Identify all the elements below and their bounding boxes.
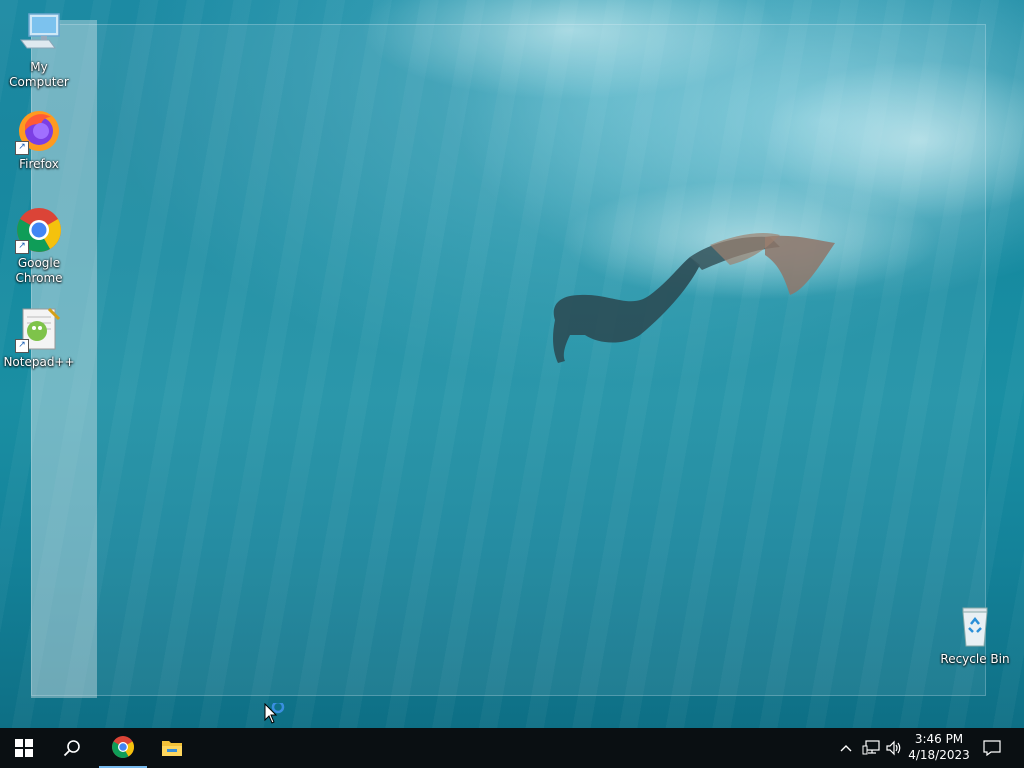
file-explorer-icon [162, 741, 182, 756]
chrome-icon [112, 736, 134, 758]
chrome-icon: ↗ [15, 206, 63, 254]
shortcut-arrow-icon: ↗ [15, 339, 29, 353]
taskbar: 3:46 PM 4/18/2023 [0, 728, 1024, 768]
search-button[interactable] [48, 728, 96, 768]
notification-icon [983, 740, 1001, 756]
chevron-up-icon [840, 745, 852, 752]
notepadpp-icon: ↗ [15, 305, 63, 353]
shortcut-arrow-icon: ↗ [15, 141, 29, 155]
computer-icon [15, 10, 63, 58]
desktop-icon-google-chrome[interactable]: ↗ Google Chrome [1, 206, 77, 286]
recycle-bin-icon [951, 602, 999, 650]
show-hidden-icons-button[interactable] [834, 728, 858, 768]
shortcut-arrow-icon: ↗ [15, 240, 29, 254]
action-center-button[interactable] [979, 728, 1005, 768]
desktop-icon-label: Notepad++ [3, 355, 75, 369]
search-icon [63, 740, 80, 757]
busy-cursor-icon [264, 703, 285, 724]
desktop-icon-my-computer[interactable]: My Computer [1, 10, 77, 90]
clock-time: 3:46 PM [914, 732, 964, 746]
volume-button[interactable] [882, 728, 906, 768]
drag-selection-rectangle [31, 24, 986, 696]
network-button[interactable] [859, 728, 883, 768]
desktop-icon-recycle-bin[interactable]: Recycle Bin [937, 602, 1013, 667]
network-icon [862, 740, 880, 755]
clock-date: 4/18/2023 [908, 748, 970, 762]
taskbar-file-explorer-button[interactable] [148, 728, 196, 768]
desktop-icon-firefox[interactable]: ↗ Firefox [1, 107, 77, 172]
windows-start-icon [15, 739, 33, 757]
desktop-icon-label: My Computer [9, 60, 69, 89]
firefox-icon: ↗ [15, 107, 63, 155]
start-button[interactable] [0, 728, 48, 768]
taskbar-chrome-button[interactable] [99, 728, 147, 768]
desktop-icon-label: Recycle Bin [940, 652, 1010, 666]
desktop-icon-notepad-plus-plus[interactable]: ↗ Notepad++ [1, 305, 77, 370]
desktop-icon-label: Google Chrome [15, 256, 63, 285]
desktop-icon-label: Firefox [19, 157, 59, 171]
system-clock[interactable]: 3:46 PM 4/18/2023 [904, 731, 974, 763]
volume-icon [886, 740, 901, 756]
